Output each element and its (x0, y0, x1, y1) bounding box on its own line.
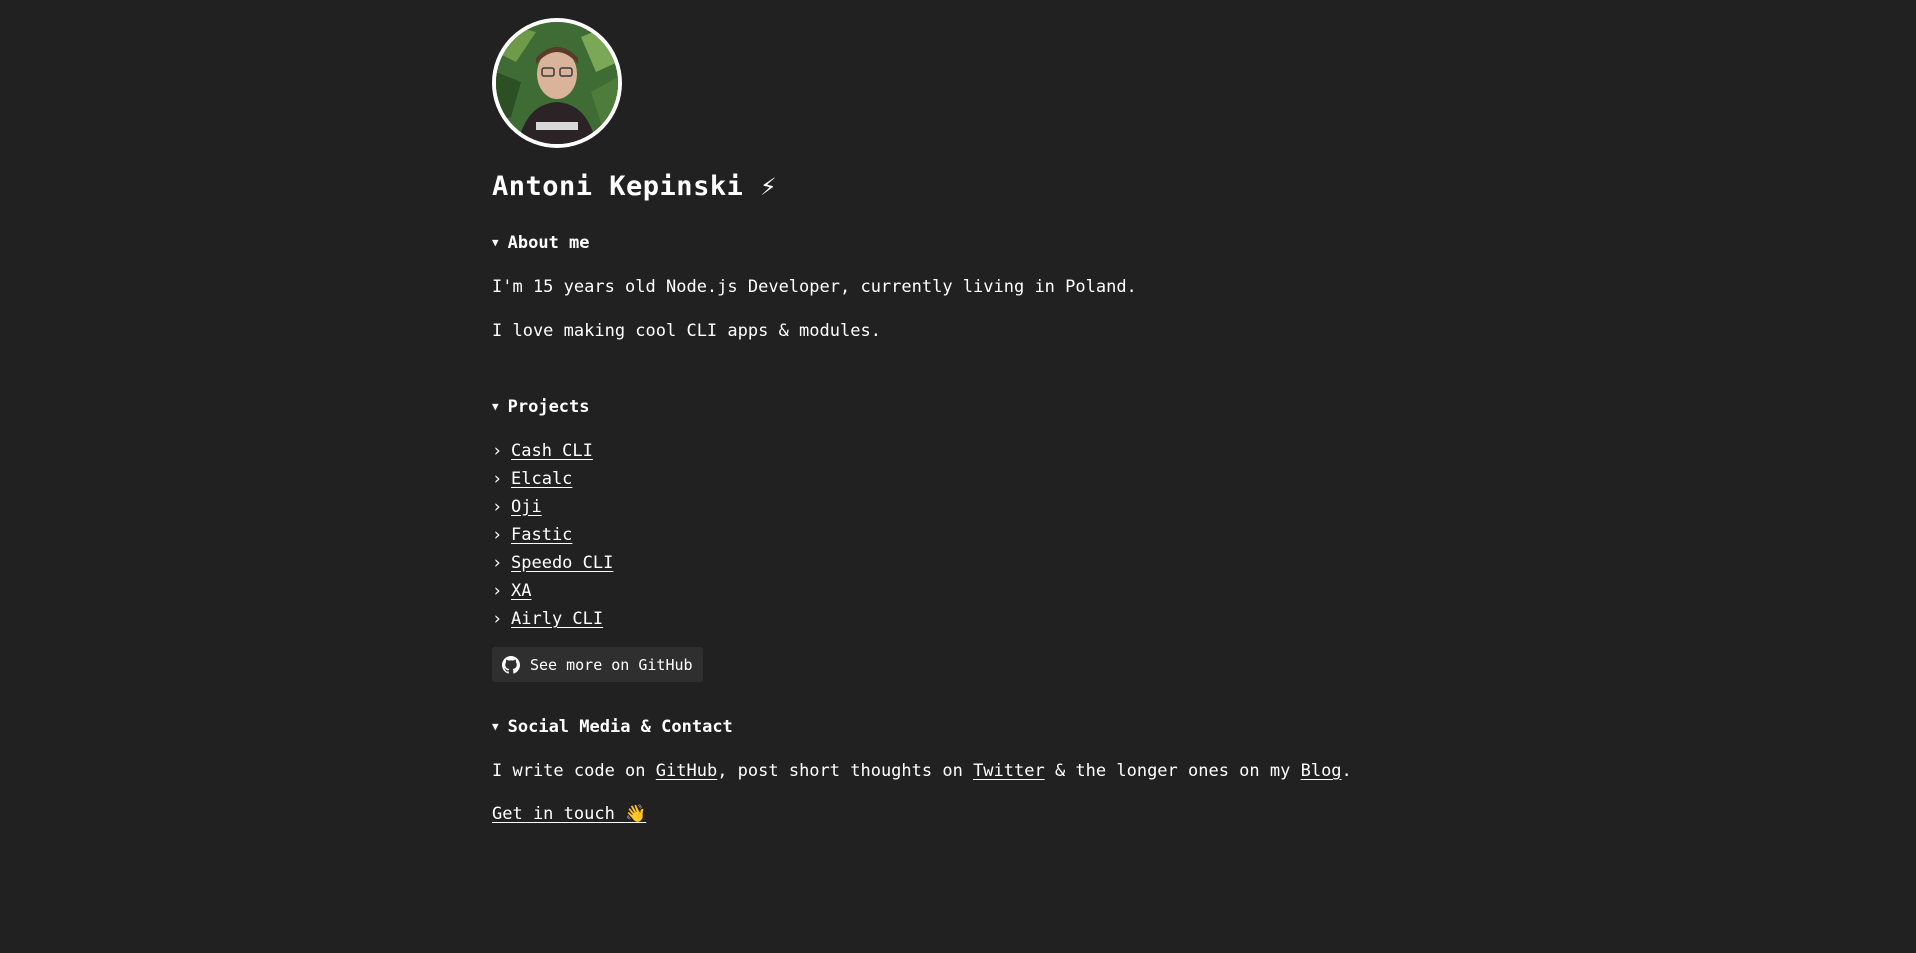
social-text-4: . (1341, 761, 1352, 781)
project-link-airly-cli[interactable]: Airly CLI (511, 608, 603, 630)
chevron-right-icon: › (492, 553, 503, 573)
blog-link[interactable]: Blog (1301, 761, 1342, 781)
social-section-toggle[interactable]: ▼ Social Media & Contact (492, 716, 1392, 738)
chevron-right-icon: › (492, 497, 503, 517)
projects-section-title: Projects (507, 397, 590, 417)
see-more-github-label: See more on GitHub (530, 655, 693, 674)
list-item: › Airly CLI (492, 608, 1392, 636)
chevron-right-icon: › (492, 525, 503, 545)
projects-list: › Cash CLI › Elcalc › Oji › Fastic › Spe… (492, 440, 1392, 636)
github-icon (502, 655, 520, 674)
social-paragraph: I write code on GitHub, post short thoug… (492, 760, 1392, 782)
twitter-link[interactable]: Twitter (973, 761, 1045, 781)
disclosure-triangle-icon: ▼ (492, 236, 499, 249)
about-section-title: About me (507, 233, 590, 253)
chevron-right-icon: › (492, 609, 503, 629)
about-paragraph-2: I love making cool CLI apps & modules. (492, 321, 881, 341)
list-item: › Fastic (492, 524, 1392, 552)
list-item: › Elcalc (492, 468, 1392, 496)
social-text-2: , post short thoughts on (717, 761, 974, 781)
social-section-title: Social Media & Contact (507, 717, 733, 737)
page-container: Antoni Kepinski ⚡ ▼ About me I'm 15 year… (492, 18, 1392, 824)
projects-section-toggle[interactable]: ▼ Projects (492, 396, 1392, 418)
social-text-3: & the longer ones on my (1044, 761, 1301, 781)
list-item: › Speedo CLI (492, 552, 1392, 580)
avatar-photo (496, 22, 618, 144)
github-link[interactable]: GitHub (656, 761, 717, 781)
get-in-touch-link[interactable]: Get in touch 👋 (492, 804, 646, 824)
project-link-elcalc[interactable]: Elcalc (511, 468, 572, 490)
avatar (492, 18, 622, 148)
list-item: › Cash CLI (492, 440, 1392, 468)
about-section-toggle[interactable]: ▼ About me (492, 232, 1392, 254)
chevron-right-icon: › (492, 469, 503, 489)
project-link-cash-cli[interactable]: Cash CLI (511, 440, 593, 462)
see-more-github-button[interactable]: See more on GitHub (492, 647, 703, 682)
social-text-1: I write code on (492, 761, 656, 781)
disclosure-triangle-icon: ▼ (492, 400, 499, 413)
project-link-xa[interactable]: XA (511, 580, 531, 602)
list-item: › XA (492, 580, 1392, 608)
chevron-right-icon: › (492, 441, 503, 461)
project-link-fastic[interactable]: Fastic (511, 524, 572, 546)
disclosure-triangle-icon: ▼ (492, 720, 499, 733)
chevron-right-icon: › (492, 581, 503, 601)
page-title: Antoni Kepinski ⚡ (492, 171, 777, 202)
project-link-speedo-cli[interactable]: Speedo CLI (511, 552, 613, 574)
list-item: › Oji (492, 496, 1392, 524)
project-link-oji[interactable]: Oji (511, 496, 542, 518)
about-paragraph-1: I'm 15 years old Node.js Developer, curr… (492, 277, 1137, 297)
